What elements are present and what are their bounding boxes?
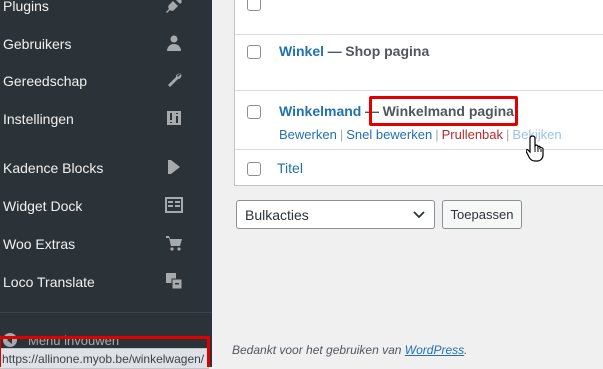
footer-thanks: Bedankt voor het gebruiken van WordPress… <box>232 343 468 357</box>
hand-cursor-icon <box>525 134 548 162</box>
table-row <box>235 0 603 35</box>
sidebar-item-label: Instellingen <box>3 111 74 127</box>
bulk-actions-select[interactable]: Bulkacties <box>236 200 435 229</box>
wrench-icon <box>164 70 186 92</box>
row-checkbox[interactable] <box>247 105 261 119</box>
state-highlight <box>369 96 518 126</box>
sidebar-item-plugins[interactable]: Plugins <box>0 0 212 24</box>
sidebar-item-label: Gebruikers <box>3 36 72 52</box>
sidebar-item-settings[interactable]: Instellingen <box>0 101 212 137</box>
sidebar-item-label: Gereedschap <box>3 73 88 89</box>
thanks-text: Bedankt voor het gebruiken van <box>232 343 402 357</box>
sidebar-item-users[interactable]: Gebruikers <box>0 26 212 62</box>
page-title-link[interactable]: Winkelmand <box>279 103 361 119</box>
menu-separator <box>0 140 212 141</box>
wordpress-link[interactable]: WordPress <box>405 343 464 357</box>
trash-link[interactable]: Prullenbak <box>442 127 503 142</box>
menu-separator <box>0 312 212 313</box>
sidebar-item-widget-dock[interactable]: Widget Dock <box>0 188 212 224</box>
row-actions: Bewerken | Snel bewerken | Prullenbak | Bekijk… <box>279 127 562 142</box>
kadence-icon <box>164 157 186 179</box>
sidebar-item-label: Widget Dock <box>3 198 83 214</box>
translate-icon <box>164 271 186 293</box>
plugin-icon <box>164 0 186 17</box>
settings-icon <box>164 108 186 130</box>
title-column-header[interactable]: Titel <box>277 160 303 176</box>
sidebar-item-label: Loco Translate <box>3 274 95 290</box>
row-checkbox[interactable] <box>247 0 261 11</box>
sidebar-item-label: Plugins <box>3 0 49 14</box>
sidebar-item-woo-extras[interactable]: Woo Extras <box>0 226 212 262</box>
widget-icon <box>164 195 186 217</box>
select-all-checkbox[interactable] <box>247 162 261 176</box>
page-state: Shop pagina <box>345 43 430 59</box>
user-icon <box>164 33 186 55</box>
edit-link[interactable]: Bewerken <box>279 127 337 142</box>
table-row: Winkel — Shop pagina <box>235 34 603 91</box>
admin-sidebar: Plugins Gebruikers Gereedschap Instellin… <box>0 0 212 367</box>
cart-icon <box>164 233 186 255</box>
quick-edit-link[interactable]: Snel bewerken <box>346 127 432 142</box>
page-title-link[interactable]: Winkel <box>279 43 324 59</box>
sidebar-item-label: Kadence Blocks <box>3 160 104 176</box>
apply-button[interactable]: Toepassen <box>442 200 522 229</box>
status-url-highlight <box>0 336 210 367</box>
row-checkbox[interactable] <box>247 45 261 59</box>
sidebar-item-tools[interactable]: Gereedschap <box>0 63 212 99</box>
bulk-actions-value: Bulkacties <box>245 207 309 223</box>
sidebar-item-loco-translate[interactable]: Loco Translate <box>0 264 212 300</box>
chevron-down-icon <box>412 208 426 222</box>
title-dash: — <box>327 43 342 59</box>
sidebar-item-kadence-blocks[interactable]: Kadence Blocks <box>0 150 212 186</box>
sidebar-item-label: Woo Extras <box>3 236 76 252</box>
